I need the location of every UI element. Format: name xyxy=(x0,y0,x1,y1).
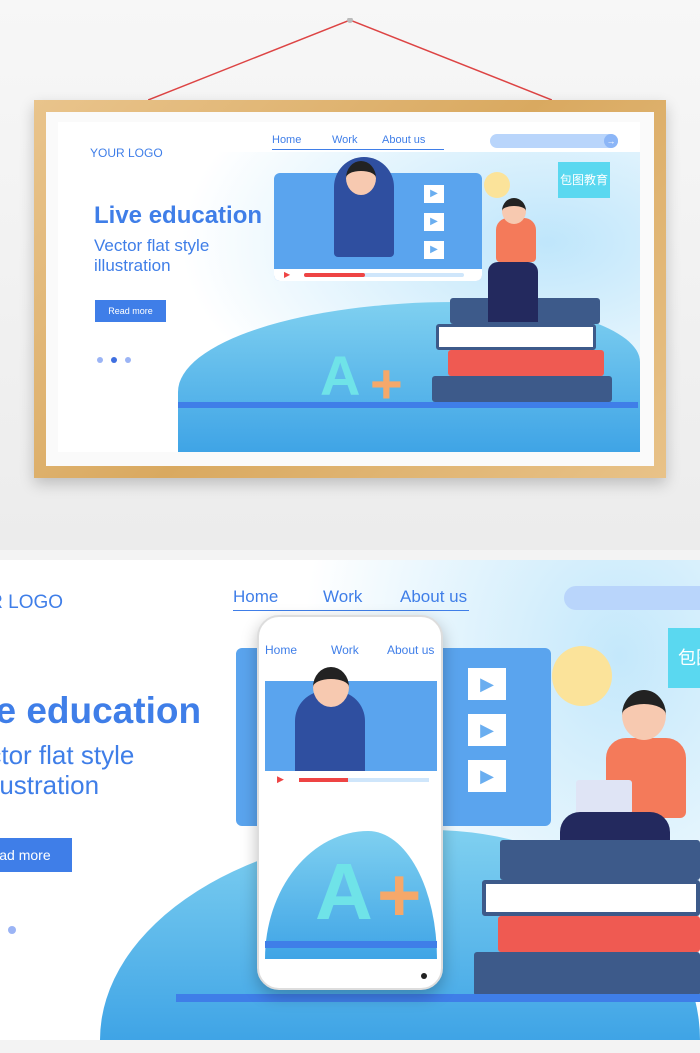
book xyxy=(448,350,604,376)
subline-1: Vector flat style xyxy=(94,236,210,255)
play-icon[interactable]: ▶ xyxy=(424,241,444,259)
subline-1: Vector flat style xyxy=(0,740,135,770)
book xyxy=(436,324,596,350)
floor-line xyxy=(178,402,638,408)
video-controls: ▶ xyxy=(265,771,437,789)
play-icon[interactable]: ▶ xyxy=(424,213,444,231)
nav-about[interactable]: About us xyxy=(382,134,425,146)
logo: YOUR LOGO xyxy=(0,592,64,613)
play-icon[interactable]: ▶ xyxy=(468,668,506,700)
badge: 包图教育 xyxy=(558,162,610,198)
letter-a: A xyxy=(320,344,361,407)
nav-home[interactable]: Home xyxy=(265,643,297,657)
letter-a: A xyxy=(315,847,373,936)
subline-2: illustration xyxy=(94,256,171,275)
read-more-button[interactable]: Read more xyxy=(0,838,72,872)
lightbulb-icon xyxy=(484,172,510,198)
lightbulb-icon xyxy=(552,646,612,706)
book xyxy=(482,880,700,916)
nav-work[interactable]: Work xyxy=(331,643,359,657)
dot-active[interactable] xyxy=(111,357,117,363)
nav-work[interactable]: Work xyxy=(332,134,357,146)
nav-home[interactable]: Home xyxy=(233,587,278,607)
progress-bar[interactable] xyxy=(304,273,464,277)
floor-line xyxy=(265,941,437,948)
student-legs xyxy=(488,262,538,322)
student-head xyxy=(622,690,666,740)
book xyxy=(500,840,700,880)
search-input[interactable]: → xyxy=(490,134,618,148)
headline: Live education xyxy=(0,690,202,731)
logo: YOUR LOGO xyxy=(90,146,163,160)
subline-2: illustration xyxy=(0,770,100,800)
read-more-button[interactable]: Read more xyxy=(95,300,166,322)
nav-about[interactable]: About us xyxy=(400,587,467,607)
landing-page-preview: YOUR LOGO Home Work About us → Live educ… xyxy=(58,122,640,452)
plus-sign: + xyxy=(377,853,422,938)
book xyxy=(474,952,700,996)
progress-bar[interactable] xyxy=(299,778,429,782)
teacher-head xyxy=(346,161,376,195)
dot[interactable] xyxy=(8,926,16,934)
carousel-dots xyxy=(97,357,131,363)
student-head xyxy=(502,198,526,224)
badge: 包图教育 xyxy=(668,628,700,688)
phone-screen: Home Work About us ▶ A + xyxy=(265,641,437,959)
hanging-string xyxy=(148,18,552,101)
video-player[interactable]: ▶ ▶ ▶ ▶ xyxy=(274,157,482,281)
play-icon[interactable]: ▶ xyxy=(468,714,506,746)
search-arrow-icon[interactable]: → xyxy=(604,134,618,148)
nav-underline xyxy=(233,610,469,611)
play-icon[interactable]: ▶ xyxy=(277,774,284,785)
frame-mat: YOUR LOGO Home Work About us → Live educ… xyxy=(46,112,654,466)
page: YOUR LOGO Home Work About us → Live educ… xyxy=(0,0,700,1053)
search-input[interactable] xyxy=(564,586,700,610)
nav-home[interactable]: Home xyxy=(272,134,301,146)
play-icon[interactable]: ▶ xyxy=(284,270,290,279)
book xyxy=(432,376,612,402)
nav-underline xyxy=(272,149,444,150)
dot[interactable] xyxy=(125,357,131,363)
play-icon[interactable]: ▶ xyxy=(424,185,444,203)
student-figure xyxy=(496,218,536,262)
floor-line xyxy=(176,994,700,1002)
video-player[interactable] xyxy=(265,667,437,771)
phone-sensor xyxy=(421,973,427,979)
dot[interactable] xyxy=(97,357,103,363)
video-controls: ▶ xyxy=(274,269,482,281)
teacher-head xyxy=(313,667,349,707)
nav-about[interactable]: About us xyxy=(387,643,434,657)
book xyxy=(498,916,700,952)
play-icon[interactable]: ▶ xyxy=(468,760,506,792)
laptop xyxy=(576,780,632,814)
picture-frame: YOUR LOGO Home Work About us → Live educ… xyxy=(34,100,666,478)
nav-work[interactable]: Work xyxy=(323,587,362,607)
phone-mockup: Home Work About us ▶ A + xyxy=(257,615,443,990)
headline: Live education xyxy=(94,202,263,229)
